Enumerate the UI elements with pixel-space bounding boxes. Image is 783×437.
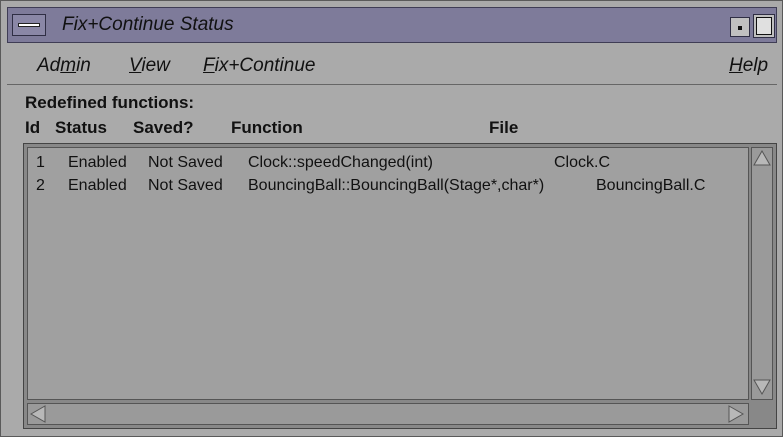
row-file: Clock.C xyxy=(554,154,611,171)
menu-fix-continue-mnemonic: F xyxy=(203,55,215,76)
menu-admin-label-b: in xyxy=(76,55,91,76)
arrow-up-icon[interactable] xyxy=(753,150,771,166)
column-header-id: Id xyxy=(25,118,41,137)
redefined-functions-list[interactable]: 1 Enabled Not Saved Clock::speedChanged(… xyxy=(27,147,749,400)
menu-help-mnemonic: H xyxy=(729,55,743,76)
row-status: Enabled xyxy=(68,154,127,171)
redefined-functions-label: Redefined functions: xyxy=(25,93,195,112)
maximize-icon xyxy=(756,17,772,35)
menu-bar: Admin View Fix+Continue Help xyxy=(7,47,777,85)
row-file: BouncingBall.C xyxy=(596,177,706,194)
column-header-status: Status xyxy=(55,118,107,137)
menu-admin-mnemonic: m xyxy=(60,55,77,76)
fix-continue-status-window: Fix+Continue Status Admin View Fix+Conti… xyxy=(0,0,783,437)
row-id: 2 xyxy=(36,177,45,194)
vertical-scrollbar[interactable] xyxy=(751,147,773,400)
row-function: Clock::speedChanged(int) xyxy=(248,154,433,171)
title-bar[interactable]: Fix+Continue Status xyxy=(7,7,777,43)
row-saved: Not Saved xyxy=(148,154,223,171)
maximize-button[interactable] xyxy=(753,14,775,38)
minimize-icon xyxy=(738,26,742,30)
window-menu-button[interactable] xyxy=(12,14,46,36)
column-header-saved: Saved? xyxy=(133,118,194,137)
minimize-button[interactable] xyxy=(730,17,750,37)
row-status: Enabled xyxy=(68,177,127,194)
horizontal-scrollbar[interactable] xyxy=(27,403,749,425)
arrow-down-icon[interactable] xyxy=(753,379,771,395)
menu-help-label: elp xyxy=(742,55,769,76)
arrow-left-icon[interactable] xyxy=(30,405,46,423)
row-id: 1 xyxy=(36,154,45,171)
window-menu-icon xyxy=(18,23,40,27)
column-header-function: Function xyxy=(231,118,303,137)
column-header-file: File xyxy=(489,118,519,137)
menu-view[interactable]: View xyxy=(129,55,170,77)
arrow-right-icon[interactable] xyxy=(728,405,744,423)
menu-fix-continue[interactable]: Fix+Continue xyxy=(203,55,315,77)
row-saved: Not Saved xyxy=(148,177,223,194)
row-function: BouncingBall::BouncingBall(Stage*,char*) xyxy=(248,177,545,194)
menu-view-label: iew xyxy=(141,55,170,76)
menu-fix-continue-label: ix+Continue xyxy=(214,55,316,76)
menu-help[interactable]: Help xyxy=(729,55,768,77)
menu-view-mnemonic: V xyxy=(129,55,142,76)
menu-admin[interactable]: Admin xyxy=(37,55,91,77)
menu-admin-label-a: Ad xyxy=(37,55,61,76)
redefined-functions-list-frame: 1 Enabled Not Saved Clock::speedChanged(… xyxy=(23,143,777,429)
window-title: Fix+Continue Status xyxy=(62,14,234,35)
